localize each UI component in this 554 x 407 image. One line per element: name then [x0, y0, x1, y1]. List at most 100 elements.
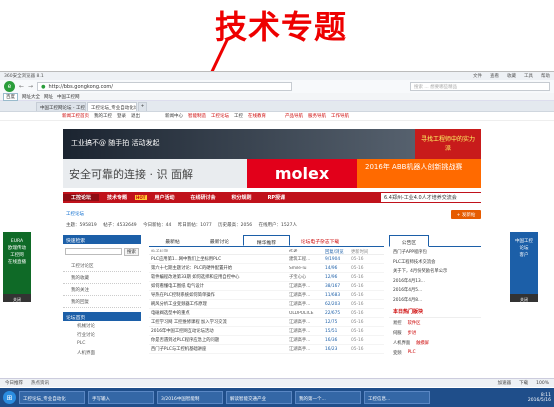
menu-help[interactable]: 帮助: [541, 73, 550, 79]
banner-connection[interactable]: 安全可靠的连接 · 识 面解: [63, 159, 247, 188]
stat: 帖子：4532649: [103, 223, 137, 228]
nav-tech-topics[interactable]: 技术专题: [99, 194, 135, 201]
table-row[interactable]: 刷风分析工业变频器工作原理 江湖高手... 62/203 05-16: [149, 300, 384, 309]
menu-view[interactable]: 查看: [490, 73, 499, 79]
new-post-button[interactable]: + 发新帖: [451, 210, 481, 219]
table-row[interactable]: 第六十七期主题讨论：PLC的硬件配置开始 Smile-lu 14/96 05-16: [149, 264, 384, 273]
taskbar-item[interactable]: 3/2016中国智能制: [157, 391, 223, 404]
left-link[interactable]: 我的关注: [63, 284, 141, 296]
tab-1[interactable]: 中国工控网论坛 - 工控论坛 - 工控网: [36, 102, 86, 111]
search-input[interactable]: 搜索 ... 想要哪些精品: [410, 82, 550, 91]
taskbar-item[interactable]: 解读智能交通产业: [226, 391, 292, 404]
bookmark-item[interactable]: 网址: [44, 94, 53, 100]
search-placeholder: 搜索 ... 想要哪些精品: [414, 84, 458, 90]
forward-icon[interactable]: →: [28, 83, 33, 90]
left-link[interactable]: 我的收藏: [63, 272, 141, 284]
taskbar-item[interactable]: 工控信息...: [364, 391, 430, 404]
site-link[interactable]: 产品导航: [285, 113, 303, 119]
site-link[interactable]: 新闻中心: [165, 113, 183, 119]
new-tab-button[interactable]: +: [138, 102, 147, 111]
taskbar-item[interactable]: 工控论坛_专业自动化: [19, 391, 85, 404]
nav-rp[interactable]: RP授课: [260, 194, 294, 201]
taskbar-item[interactable]: 我的第一个...: [295, 391, 361, 404]
status-bar: 今日推荐 热点资讯 加速器 下载 100%: [0, 378, 554, 387]
table-row[interactable]: 工控学习网 工控维修课程 加入学习交流 江湖高手... 12/75 05-16: [149, 318, 384, 327]
url-input[interactable]: ● http://bbs.gongkong.com/: [37, 82, 293, 91]
banner-engineer[interactable]: 寻找工程师中的实力派: [415, 129, 481, 159]
site-link[interactable]: 新闻工控首页: [62, 113, 89, 119]
notice-item[interactable]: 关于下，4月份奖励名单公示: [389, 266, 481, 276]
taskbar-item[interactable]: 手写输入: [88, 391, 154, 404]
nav-activities[interactable]: 用户活动: [147, 194, 183, 201]
address-bar-row: e ← → ● http://bbs.gongkong.com/ 搜索 ... …: [0, 80, 554, 93]
table-row[interactable]: 2016年中国工控网互动论坛活动 江湖高手... 15/51 05-16: [149, 327, 384, 336]
tab-notices[interactable]: 公告区: [389, 235, 429, 247]
table-row[interactable]: PLC应用第1...网中我们上坐标用PLC 建筑工程... 9/1904 05-16: [149, 255, 384, 264]
stat: 历史最高：2056: [218, 223, 253, 228]
banner-photo-contest[interactable]: 工业搞不@ 随手拍 活动发起: [63, 129, 415, 159]
quick-search-button[interactable]: 搜索: [124, 248, 139, 256]
table-row[interactable]: 你是否遇到过PLC程序应急上的问题 江湖高手... 16/36 05-16: [149, 336, 384, 345]
tab-2[interactable]: 工控论坛_专业自动化论坛-中国工控网: [87, 102, 137, 111]
notice-item[interactable]: 2016年4月5...: [389, 285, 481, 295]
site-link[interactable]: 服务导航: [308, 113, 326, 119]
notice-item[interactable]: 西门子APP程序包: [389, 247, 481, 257]
table-row[interactable]: 电磁阀选型中的重点 OLDPOLICE 22/675 05-16: [149, 309, 384, 318]
zoom-level[interactable]: 100%: [536, 381, 549, 386]
site-link[interactable]: 智能制造: [188, 113, 206, 119]
quick-search-input[interactable]: [65, 248, 122, 255]
status-item[interactable]: 下载: [519, 380, 528, 386]
status-item[interactable]: 加速器: [498, 380, 512, 386]
tab-latest[interactable]: 最新帖: [149, 235, 196, 246]
hot-section: 易控 软件区: [393, 321, 421, 326]
left-panel: 快速检索 搜索 工控讨论区 我的收藏 我的关注 我的回复 论坛首页 机械讨论 行…: [63, 235, 141, 369]
thread-list: PLC应用第1...网中我们上坐标用PLC 建筑工程... 9/1904 05-16 第…: [149, 255, 384, 354]
back-icon[interactable]: ←: [19, 83, 24, 90]
bookmark-item[interactable]: 网址大全: [22, 94, 40, 100]
site-link[interactable]: 工控: [234, 113, 243, 119]
tab-magazine[interactable]: 论坛电子杂志下载: [290, 235, 350, 246]
tab-featured[interactable]: 精华推荐: [243, 235, 290, 246]
forum-sub[interactable]: 人机界面: [63, 348, 141, 357]
table-row[interactable]: 导热在PLC控制系统如何简单操作 江湖高手... 11/683 05-16: [149, 291, 384, 300]
left-float-ad[interactable]: EURA 欧瑞传动 工控网 在线直播 关闭: [3, 232, 31, 302]
table-row[interactable]: 西门子PLC与工控机基础讲座 江湖高手... 16/23 05-16: [149, 345, 384, 354]
notice-item[interactable]: 2016年4月8...: [389, 295, 481, 305]
site-link[interactable]: 我的工控: [94, 113, 112, 119]
bookmark-item[interactable]: 百度: [3, 92, 18, 101]
breadcrumb[interactable]: 工控论坛: [66, 211, 84, 217]
site-link[interactable]: 工作导航: [331, 113, 349, 119]
site-link[interactable]: 登录: [117, 113, 126, 119]
site-link[interactable]: 工控论坛: [211, 113, 229, 119]
tab-discussion[interactable]: 最新讨论: [196, 235, 243, 246]
status-recommend[interactable]: 今日推荐: [5, 380, 23, 386]
nav-webinar[interactable]: 在线研讨会: [183, 194, 224, 201]
menu-favorites[interactable]: 收藏: [507, 73, 516, 79]
site-link[interactable]: 退出: [131, 113, 140, 119]
nav-points[interactable]: 积分规则: [224, 194, 260, 201]
scroll-message[interactable]: 6.4郑州-工业4.0人才培养交流会: [381, 193, 481, 202]
table-row[interactable]: 如何看懂电工图纸 电气设计 江湖高手... 38/167 05-16: [149, 282, 384, 291]
browser-logo-icon[interactable]: e: [4, 81, 15, 92]
menu-file[interactable]: 文件: [473, 73, 482, 79]
notice-item[interactable]: 2016年4月13...: [389, 276, 481, 286]
start-icon[interactable]: ⊞: [3, 391, 16, 404]
forum-sub[interactable]: PLC: [63, 339, 141, 348]
forum-sub[interactable]: 机械讨论: [63, 321, 141, 330]
banner-abb[interactable]: 2016年 ABB机器人创新挑战赛: [357, 159, 481, 188]
left-link[interactable]: 工控讨论区: [63, 260, 141, 272]
hot-section: 伺服 步进: [393, 331, 417, 336]
ad-close-button[interactable]: 关闭: [510, 294, 538, 302]
notice-item[interactable]: PLC工程师技术交流会: [389, 257, 481, 267]
forum-sub[interactable]: 行业讨论: [63, 330, 141, 339]
right-float-ad[interactable]: 中国工控 论坛 客户 关闭: [510, 232, 538, 302]
bookmark-item[interactable]: 中国工控网: [57, 94, 80, 100]
ad-close-button[interactable]: 关闭: [3, 294, 31, 302]
nav-forum[interactable]: 工控论坛: [63, 194, 100, 201]
banner-molex[interactable]: molex: [247, 159, 357, 188]
site-link[interactable]: 在线教育: [248, 113, 266, 119]
table-row[interactable]: 软件编程改进第33期 如何选择和应用自控中心 子宝心心 12/96 05-16: [149, 273, 384, 282]
status-hotspot[interactable]: 热点资讯: [31, 380, 49, 386]
left-link[interactable]: 我的回复: [63, 296, 141, 308]
menu-tools[interactable]: 工具: [524, 73, 533, 79]
